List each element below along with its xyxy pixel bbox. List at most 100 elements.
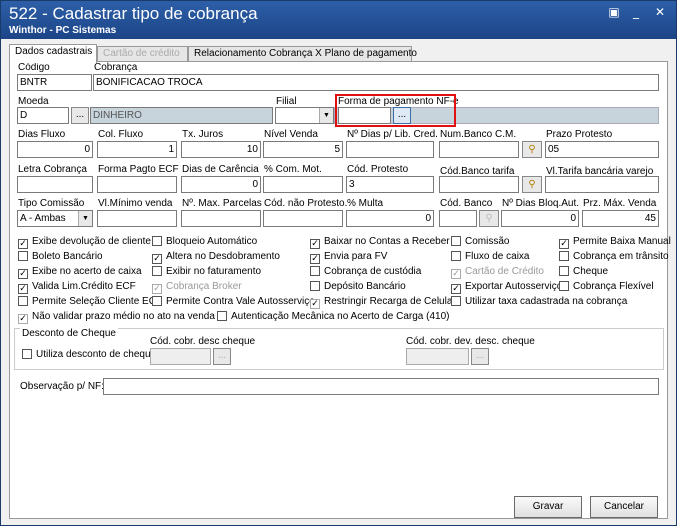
checkbox-box[interactable]: ✓ [18, 284, 28, 294]
checkbox-box[interactable] [217, 311, 227, 321]
checkbox-box[interactable] [451, 251, 461, 261]
letra-cobranca-field[interactable] [17, 176, 93, 193]
checkbox-autenticacao-mecanica[interactable]: Autenticação Mecânica no Acerto de Carga… [217, 311, 449, 323]
checkbox-cobranca-transito[interactable]: Cobrança em trânsito [559, 251, 669, 263]
com-mot-field[interactable] [263, 176, 343, 193]
cod-cobr-dev-desc-lookup-button[interactable]: ... [471, 348, 489, 365]
forma-pagto-ecf-field[interactable] [97, 176, 177, 193]
prz-max-venda-field[interactable]: 45 [582, 210, 659, 227]
cod-protesto-field[interactable]: 3 [346, 176, 434, 193]
checkbox-box[interactable] [451, 296, 461, 306]
vl-minimo-venda-label: Vl.Mínimo venda [98, 198, 173, 209]
search-icon[interactable]: ⚲ [522, 141, 542, 158]
tab-cartao-credito[interactable]: Cartão de crédito [97, 46, 188, 62]
multa-field[interactable]: 0 [346, 210, 434, 227]
checkbox-box[interactable] [152, 266, 162, 276]
search-icon[interactable]: ⚲ [479, 210, 499, 227]
checkbox-utiliza-desconto-cheque[interactable]: Utiliza desconto de cheque [22, 349, 156, 361]
tab-relacionamento[interactable]: Relacionamento Cobrança X Plano de pagam… [188, 46, 417, 62]
cod-banco-field[interactable] [439, 210, 477, 227]
checkbox-boleto-bancario[interactable]: Boleto Bancário [18, 251, 103, 263]
checkbox-box[interactable]: ✓ [18, 239, 28, 249]
checkbox-box[interactable]: ✓ [152, 254, 162, 264]
close-icon[interactable]: ✕ [651, 5, 669, 19]
checkbox-box[interactable] [451, 236, 461, 246]
checkbox-label: Bloqueio Automático [166, 236, 258, 247]
cancel-button[interactable]: Cancelar [590, 496, 658, 518]
moeda-lookup-button[interactable]: ... [71, 107, 89, 124]
cod-banco-tarifa-field[interactable] [439, 176, 519, 193]
checkbox-box[interactable]: ✓ [451, 284, 461, 294]
form-panel: Código BNTR Cobrança BONIFICACAO TROCA M… [9, 61, 671, 519]
checkbox-envia-fv[interactable]: ✓ Envia para FV [310, 251, 387, 264]
filial-select[interactable]: ▼ [275, 107, 334, 124]
checkbox-altera-desdobramento[interactable]: ✓ Altera no Desdobramento [152, 251, 280, 264]
chevron-down-icon[interactable]: ▼ [319, 108, 333, 123]
minimize-icon[interactable]: _ [627, 5, 645, 19]
nivel-venda-field[interactable]: 5 [263, 141, 343, 158]
cod-nao-protesto-field[interactable] [263, 210, 343, 227]
checkbox-box[interactable] [152, 296, 162, 306]
cod-cobr-desc-field[interactable] [150, 348, 211, 365]
moeda-code-field[interactable]: D [17, 107, 69, 124]
checkbox-deposito-bancario[interactable]: Depósito Bancário [310, 281, 406, 293]
restore-icon[interactable]: ▣ [605, 5, 623, 19]
dias-fluxo-field[interactable]: 0 [17, 141, 93, 158]
checkbox-box[interactable] [152, 236, 162, 246]
dias-bloq-aut-field[interactable]: 0 [501, 210, 579, 227]
checkbox-box[interactable]: ✓ [310, 254, 320, 264]
checkbox-label: Valida Lim.Crédito ECF [32, 281, 136, 292]
checkbox-box[interactable]: ✓ [18, 269, 28, 279]
dias-lib-cred-field[interactable] [346, 141, 434, 158]
checkbox-box[interactable] [18, 251, 28, 261]
checkbox-box[interactable] [559, 266, 569, 276]
num-banco-cm-field[interactable] [439, 141, 519, 158]
chevron-down-icon[interactable]: ▼ [78, 211, 92, 226]
checkbox-label: Não validar prazo médio no ato na venda [32, 311, 215, 322]
observacao-field[interactable] [103, 378, 659, 395]
cod-cobr-desc-lookup-button[interactable]: ... [213, 348, 231, 365]
checkbox-restringir-recarga: ✓ Restringir Recarga de Celular [310, 296, 456, 309]
vl-minimo-venda-field[interactable] [97, 210, 177, 227]
cod-cobr-dev-desc-field[interactable] [406, 348, 469, 365]
checkbox-exportar-autosservico[interactable]: ✓ Exportar Autosserviço [451, 281, 562, 294]
dias-carencia-field[interactable]: 0 [181, 176, 261, 193]
checkbox-exibe-devolucao[interactable]: ✓ Exibe devolução de cliente [18, 236, 151, 249]
checkbox-permite-baixa-manual[interactable]: ✓ Permite Baixa Manual [559, 236, 671, 249]
checkbox-exibir-faturamento[interactable]: Exibir no faturamento [152, 266, 261, 278]
checkbox-box[interactable] [559, 281, 569, 291]
checkbox-box[interactable] [310, 266, 320, 276]
tab-dados-cadastrais[interactable]: Dados cadastrais [9, 44, 97, 63]
checkbox-box[interactable] [18, 296, 28, 306]
col-fluxo-field[interactable]: 1 [97, 141, 177, 158]
checkbox-label: Restringir Recarga de Celular [324, 296, 456, 307]
max-parcelas-field[interactable] [181, 210, 261, 227]
codigo-field[interactable]: BNTR [17, 74, 92, 91]
checkbox-fluxo-caixa[interactable]: Fluxo de caixa [451, 251, 529, 263]
checkbox-permite-contra-vale[interactable]: Permite Contra Vale Autosserviço [152, 296, 315, 308]
checkbox-baixar-contas-receber[interactable]: ✓ Baixar no Contas a Receber [310, 236, 450, 249]
moeda-label: Moeda [18, 96, 49, 107]
save-button[interactable]: Gravar [514, 496, 582, 518]
checkbox-permite-selecao-cliente-ecf[interactable]: Permite Seleção Cliente ECF [18, 296, 162, 308]
checkbox-comissao[interactable]: Comissão [451, 236, 509, 248]
checkbox-cobranca-flexivel[interactable]: Cobrança Flexível [559, 281, 654, 293]
checkbox-exibe-acerto-caixa[interactable]: ✓ Exibe no acerto de caixa [18, 266, 142, 279]
checkbox-box[interactable] [22, 349, 32, 359]
prazo-protesto-field[interactable]: 05 [545, 141, 659, 158]
checkbox-box[interactable]: ✓ [559, 239, 569, 249]
moeda-name-field: DINHEIRO [90, 107, 273, 124]
tipo-comissao-select[interactable]: A - Ambas ▼ [17, 210, 93, 227]
checkbox-valida-lim-credito[interactable]: ✓ Valida Lim.Crédito ECF [18, 281, 136, 294]
search-icon[interactable]: ⚲ [522, 176, 542, 193]
checkbox-bloqueio-automatico[interactable]: Bloqueio Automático [152, 236, 257, 248]
tx-juros-field[interactable]: 10 [181, 141, 261, 158]
checkbox-utilizar-taxa[interactable]: Utilizar taxa cadastrada na cobrança [451, 296, 627, 308]
vl-tarifa-field[interactable] [545, 176, 659, 193]
checkbox-box[interactable] [559, 251, 569, 261]
checkbox-box[interactable]: ✓ [310, 239, 320, 249]
checkbox-cheque[interactable]: Cheque [559, 266, 608, 278]
checkbox-box[interactable] [310, 281, 320, 291]
checkbox-cobranca-custodia[interactable]: Cobrança de custódia [310, 266, 421, 278]
cobranca-field[interactable]: BONIFICACAO TROCA [93, 74, 659, 91]
